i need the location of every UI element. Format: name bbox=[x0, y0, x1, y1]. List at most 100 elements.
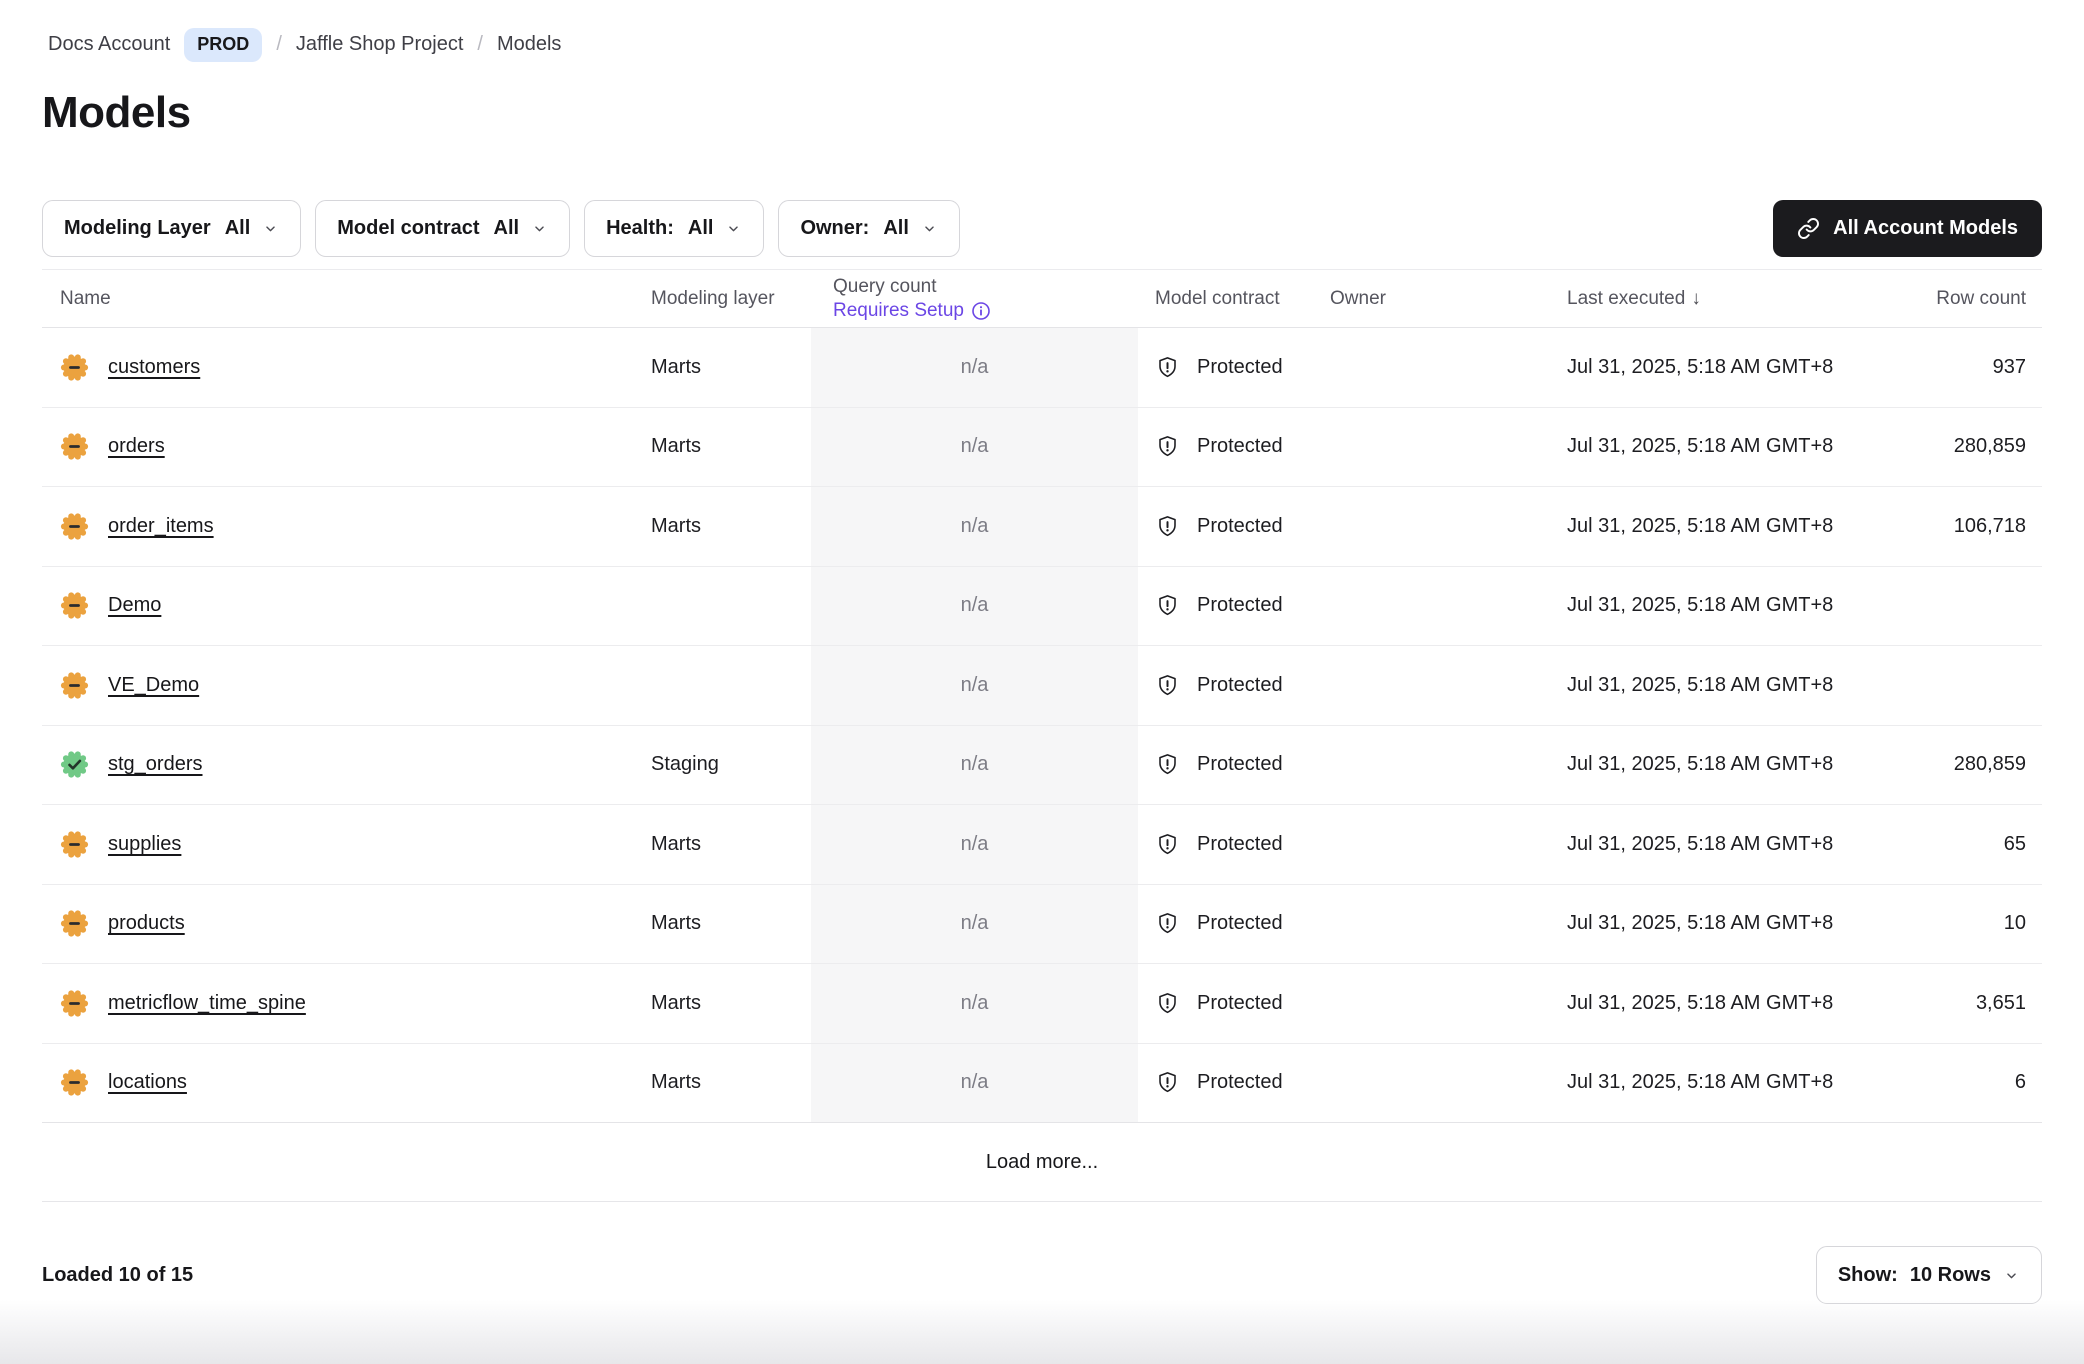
shield-exclamation-icon bbox=[1155, 593, 1180, 618]
query-count-value: n/a bbox=[961, 356, 989, 379]
query-count-cell: n/a bbox=[811, 487, 1138, 566]
model-name-link[interactable]: products bbox=[108, 912, 185, 935]
query-count-value: n/a bbox=[961, 912, 989, 935]
model-contract-cell: Protected bbox=[1138, 911, 1330, 936]
header-model-contract: Model contract bbox=[1138, 288, 1330, 310]
filter-label: Model contract bbox=[337, 217, 479, 240]
query-count-cell: n/a bbox=[811, 567, 1138, 646]
model-status-icon bbox=[60, 750, 89, 779]
last-executed-cell: Jul 31, 2025, 5:18 AM GMT+8 bbox=[1507, 912, 1838, 935]
filter-modeling-layer[interactable]: Modeling Layer All bbox=[42, 200, 301, 257]
requires-setup-link[interactable]: Requires Setup bbox=[833, 300, 1138, 322]
modeling-layer-cell: Marts bbox=[651, 435, 811, 458]
show-rows-dropdown[interactable]: Show: 10 Rows bbox=[1816, 1246, 2042, 1304]
environment-badge: PROD bbox=[184, 28, 262, 62]
header-name: Name bbox=[42, 288, 651, 310]
model-status-icon bbox=[60, 1068, 89, 1097]
filter-health[interactable]: Health: All bbox=[584, 200, 764, 257]
table-row: VE_Demo n/a Protected Jul 31, 2025, 5:18… bbox=[42, 646, 2042, 726]
last-executed-cell: Jul 31, 2025, 5:18 AM GMT+8 bbox=[1507, 1071, 1838, 1094]
header-row-count: Row count bbox=[1838, 288, 2042, 310]
model-contract-cell: Protected bbox=[1138, 752, 1330, 777]
row-count-cell: 937 bbox=[1838, 356, 2042, 379]
chevron-down-icon bbox=[725, 220, 742, 237]
chevron-down-icon bbox=[2003, 1267, 2020, 1284]
filter-bar: Modeling Layer All Model contract All He… bbox=[42, 200, 960, 257]
last-executed-cell: Jul 31, 2025, 5:18 AM GMT+8 bbox=[1507, 594, 1838, 617]
query-count-cell: n/a bbox=[811, 1044, 1138, 1123]
model-status-icon bbox=[60, 591, 89, 620]
filter-owner[interactable]: Owner: All bbox=[778, 200, 959, 257]
table-row: locations Marts n/a Protected Jul 31, 20… bbox=[42, 1044, 2042, 1124]
query-count-value: n/a bbox=[961, 435, 989, 458]
table-row: orders Marts n/a Protected Jul 31, 2025,… bbox=[42, 408, 2042, 488]
footer: Loaded 10 of 15 Show: 10 Rows bbox=[42, 1202, 2042, 1304]
model-name-link[interactable]: supplies bbox=[108, 833, 181, 856]
breadcrumb: Docs Account PROD / Jaffle Shop Project … bbox=[48, 28, 2042, 62]
model-name-link[interactable]: customers bbox=[108, 356, 200, 379]
last-executed-cell: Jul 31, 2025, 5:18 AM GMT+8 bbox=[1507, 435, 1838, 458]
model-contract-cell: Protected bbox=[1138, 593, 1330, 618]
link-icon bbox=[1797, 217, 1820, 240]
modeling-layer-cell: Marts bbox=[651, 515, 811, 538]
row-count-cell: 65 bbox=[1838, 833, 2042, 856]
filter-label: Modeling Layer bbox=[64, 217, 211, 240]
table-row: Demo n/a Protected Jul 31, 2025, 5:18 AM… bbox=[42, 567, 2042, 647]
breadcrumb-account[interactable]: Docs Account bbox=[48, 33, 170, 56]
model-name-link[interactable]: stg_orders bbox=[108, 753, 203, 776]
models-table: Name Modeling layer Query count Requires… bbox=[42, 269, 2042, 1202]
model-status-icon bbox=[60, 909, 89, 938]
breadcrumb-project[interactable]: Jaffle Shop Project bbox=[296, 33, 464, 56]
model-name-link[interactable]: order_items bbox=[108, 515, 214, 538]
query-count-value: n/a bbox=[961, 1071, 989, 1094]
header-last-executed[interactable]: Last executed↓ bbox=[1507, 288, 1838, 310]
filter-value: All bbox=[225, 217, 251, 240]
row-count-cell: 280,859 bbox=[1838, 753, 2042, 776]
model-name-link[interactable]: Demo bbox=[108, 594, 161, 617]
all-account-models-label: All Account Models bbox=[1833, 217, 2018, 240]
query-count-cell: n/a bbox=[811, 408, 1138, 487]
query-count-cell: n/a bbox=[811, 885, 1138, 964]
model-status-icon bbox=[60, 989, 89, 1018]
filter-model-contract[interactable]: Model contract All bbox=[315, 200, 570, 257]
table-row: supplies Marts n/a Protected Jul 31, 202… bbox=[42, 805, 2042, 885]
table-header-row: Name Modeling layer Query count Requires… bbox=[42, 270, 2042, 328]
last-executed-cell: Jul 31, 2025, 5:18 AM GMT+8 bbox=[1507, 992, 1838, 1015]
modeling-layer-cell: Marts bbox=[651, 356, 811, 379]
chevron-down-icon bbox=[262, 220, 279, 237]
bottom-fade-gradient bbox=[0, 1300, 2084, 1364]
model-name-link[interactable]: orders bbox=[108, 435, 165, 458]
shield-exclamation-icon bbox=[1155, 991, 1180, 1016]
table-row: customers Marts n/a Protected Jul 31, 20… bbox=[42, 328, 2042, 408]
breadcrumb-current: Models bbox=[497, 33, 561, 56]
model-status-icon bbox=[60, 830, 89, 859]
model-contract-cell: Protected bbox=[1138, 991, 1330, 1016]
show-rows-value: 10 Rows bbox=[1910, 1264, 1991, 1287]
modeling-layer-cell: Marts bbox=[651, 992, 811, 1015]
query-count-cell: n/a bbox=[811, 646, 1138, 725]
breadcrumb-separator: / bbox=[477, 33, 483, 56]
header-last-executed-label: Last executed bbox=[1567, 288, 1685, 309]
header-query-count: Query count Requires Setup bbox=[811, 276, 1138, 322]
model-name-link[interactable]: metricflow_time_spine bbox=[108, 992, 306, 1015]
row-count-cell: 6 bbox=[1838, 1071, 2042, 1094]
last-executed-cell: Jul 31, 2025, 5:18 AM GMT+8 bbox=[1507, 833, 1838, 856]
model-status-icon bbox=[60, 432, 89, 461]
all-account-models-button[interactable]: All Account Models bbox=[1773, 200, 2042, 257]
query-count-value: n/a bbox=[961, 753, 989, 776]
model-name-link[interactable]: locations bbox=[108, 1071, 187, 1094]
filter-label: Health: bbox=[606, 217, 674, 240]
model-contract-value: Protected bbox=[1197, 594, 1283, 617]
shield-exclamation-icon bbox=[1155, 752, 1180, 777]
shield-exclamation-icon bbox=[1155, 514, 1180, 539]
load-more-button[interactable]: Load more... bbox=[986, 1151, 1098, 1174]
model-name-link[interactable]: VE_Demo bbox=[108, 674, 199, 697]
query-count-cell: n/a bbox=[811, 726, 1138, 805]
breadcrumb-separator: / bbox=[276, 33, 282, 56]
filter-value: All bbox=[494, 217, 520, 240]
model-status-icon bbox=[60, 671, 89, 700]
query-count-cell: n/a bbox=[811, 805, 1138, 884]
header-query-count-label: Query count bbox=[833, 276, 1138, 298]
table-row: order_items Marts n/a Protected Jul 31, … bbox=[42, 487, 2042, 567]
query-count-value: n/a bbox=[961, 992, 989, 1015]
